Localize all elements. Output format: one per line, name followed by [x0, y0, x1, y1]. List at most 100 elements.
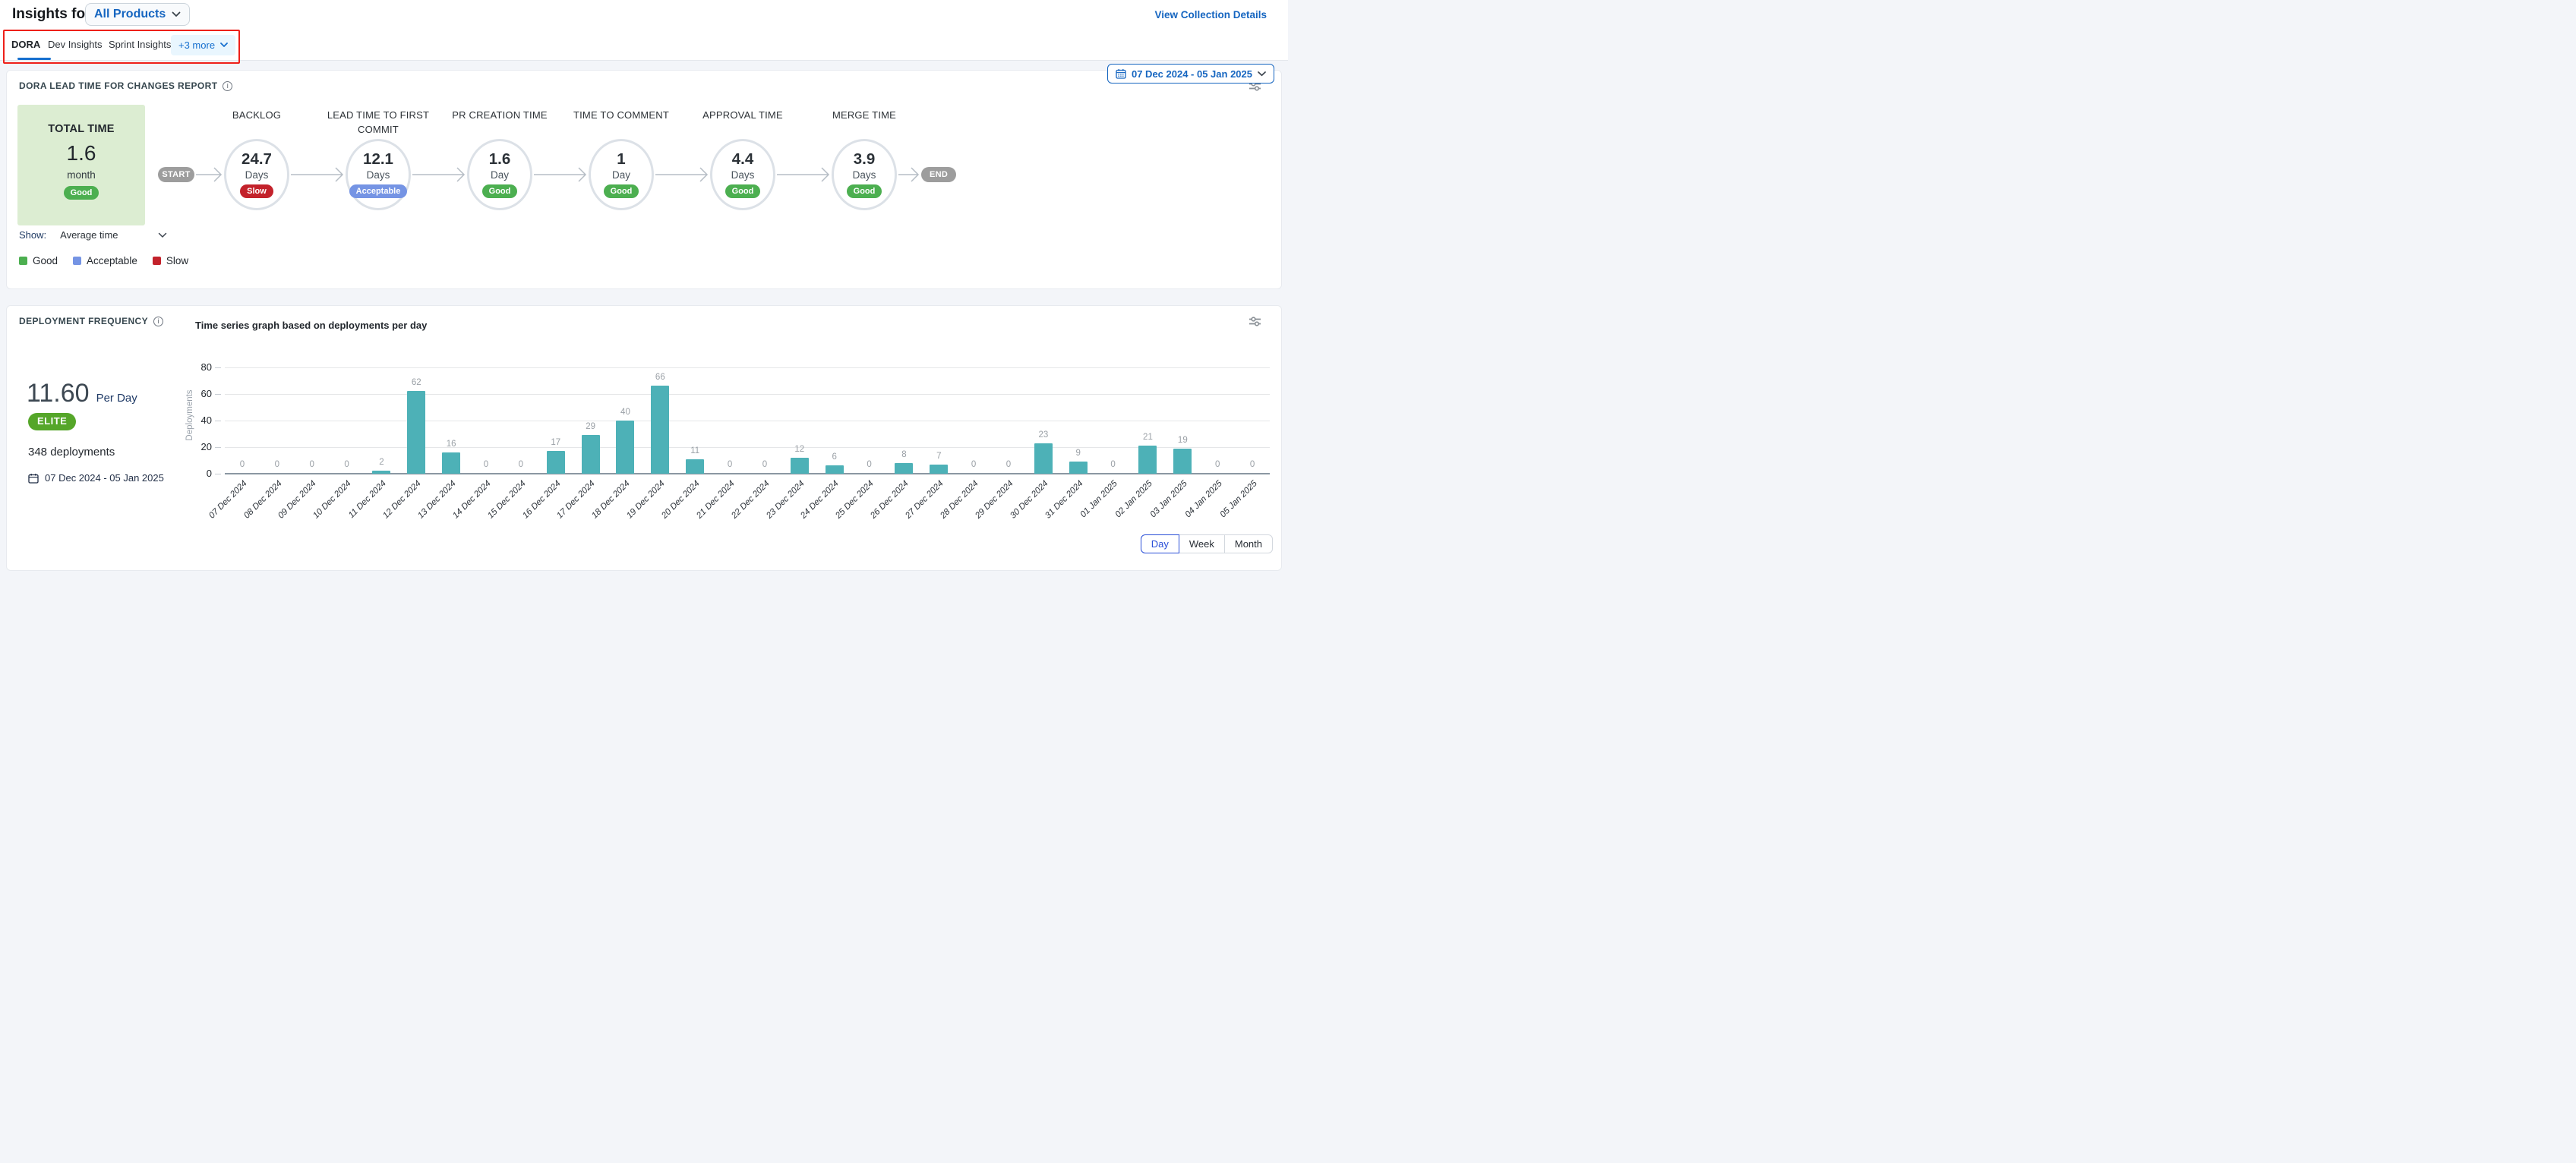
bar-value-label: 17 [541, 438, 571, 447]
bar-value-label: 66 [645, 373, 675, 382]
gridline [225, 447, 1270, 448]
chart-bar[interactable] [1138, 446, 1157, 474]
stage-circle: 24.7DaysSlow [224, 139, 289, 210]
bar-value-label: 12 [784, 445, 815, 454]
bar-value-label: 0 [854, 460, 885, 469]
stage-unit: Day [491, 169, 509, 181]
chevron-down-icon [1258, 71, 1266, 77]
gridline [225, 394, 1270, 395]
bar-value-label: 7 [923, 452, 954, 461]
bar-value-label: 0 [1237, 460, 1267, 469]
stage-circle: 1.6DayGood [467, 139, 532, 210]
deployment-frequency-card: DEPLOYMENT FREQUENCY i Time series graph… [6, 305, 1282, 571]
total-time-label: TOTAL TIME [17, 123, 145, 135]
bar-value-label: 19 [1167, 436, 1198, 445]
chart-bar[interactable] [582, 435, 600, 474]
stage-unit: Day [612, 169, 630, 181]
stage-rating-badge: Good [725, 184, 761, 198]
bar-value-label: 16 [436, 440, 466, 449]
bar-value-label: 0 [1202, 460, 1233, 469]
granularity-month-button[interactable]: Month [1224, 534, 1273, 553]
chart-bar[interactable] [930, 465, 948, 474]
bar-value-label: 0 [715, 460, 745, 469]
y-tick-label: 0 [189, 468, 212, 479]
rating-legend: GoodAcceptableSlow [19, 255, 188, 266]
chart-bar[interactable] [1173, 449, 1192, 474]
chart-bar[interactable] [826, 465, 844, 474]
chart-bar[interactable] [1069, 462, 1088, 474]
y-tick-label: 80 [189, 361, 212, 373]
chart-bar[interactable] [651, 386, 669, 474]
stage-unit: Days [731, 169, 755, 181]
total-time-panel: TOTAL TIME 1.6 month Good [17, 105, 145, 225]
stage-name-label: BACKLOG [204, 109, 310, 123]
chart-bar[interactable] [686, 459, 704, 474]
stage-circle: 4.4Days Good [710, 139, 775, 210]
stage-unit: Days [245, 169, 269, 181]
stage-value: 1.6 [489, 151, 511, 169]
bar-value-label: 0 [227, 460, 257, 469]
bar-value-label: 0 [1098, 460, 1129, 469]
bar-value-label: 0 [506, 460, 536, 469]
flow-end-pill: END [921, 167, 956, 182]
legend-swatch [19, 257, 27, 265]
stage-name-label: PR CREATION TIME [447, 109, 553, 123]
chart-bar[interactable] [895, 463, 913, 474]
chart-bar[interactable] [372, 471, 390, 474]
stage-value: 24.7 [242, 151, 272, 169]
tab-sprint-insights[interactable]: Sprint Insights [109, 29, 171, 60]
chevron-down-icon [158, 232, 167, 238]
dora-card-title: DORA LEAD TIME FOR CHANGES REPORT i [19, 80, 232, 91]
more-tabs-button[interactable]: +3 more [171, 35, 235, 55]
chart-bar[interactable] [442, 452, 460, 474]
legend-swatch [153, 257, 161, 265]
date-range-label: 07 Dec 2024 - 05 Jan 2025 [1132, 68, 1252, 80]
show-filter-dropdown[interactable]: Show: Average time [19, 229, 167, 241]
legend-swatch [73, 257, 81, 265]
bar-value-label: 0 [332, 460, 362, 469]
granularity-day-button[interactable]: Day [1141, 534, 1179, 553]
bar-value-label: 21 [1132, 433, 1163, 442]
tab-dev-insights[interactable]: Dev Insights [48, 29, 103, 60]
y-tick-label: 60 [189, 388, 212, 399]
bar-value-label: 62 [401, 378, 431, 387]
chart-bar[interactable] [407, 391, 425, 474]
stage-name-label: APPROVAL TIME [690, 109, 796, 123]
y-tick-label: 20 [189, 441, 212, 452]
legend-label: Acceptable [87, 255, 137, 266]
bar-value-label: 9 [1063, 449, 1094, 458]
tab-dora[interactable]: DORA [11, 29, 40, 60]
legend-item: Good [19, 255, 58, 266]
y-tick-mark [215, 447, 221, 448]
y-tick-mark [215, 394, 221, 395]
stage-rating-badge: Acceptable [349, 184, 408, 198]
info-icon[interactable]: i [223, 81, 232, 91]
chart-bar[interactable] [616, 421, 634, 474]
total-time-value: 1.6 [17, 141, 145, 165]
show-filter-label: Show: [19, 229, 46, 241]
product-selector-label: All Products [94, 8, 166, 21]
y-tick-mark [215, 367, 221, 368]
total-time-unit: month [17, 169, 145, 181]
topbar: Insights for All Products View Collectio… [0, 0, 1288, 29]
dora-lead-time-card: DORA LEAD TIME FOR CHANGES REPORT i TOTA… [6, 70, 1282, 289]
bar-value-label: 29 [576, 422, 606, 431]
bar-value-label: 8 [889, 450, 919, 459]
product-selector[interactable]: All Products [85, 3, 190, 26]
granularity-toggle: Day Week Month [1141, 534, 1273, 553]
view-collection-details-link[interactable]: View Collection Details [1154, 9, 1267, 20]
chart-bar[interactable] [1034, 443, 1053, 474]
stage-value: 4.4 [732, 151, 754, 169]
chart-bar[interactable] [547, 451, 565, 474]
chart-bar[interactable] [791, 458, 809, 474]
stage-rating-badge: Good [604, 184, 639, 198]
stage-name-label: LEAD TIME TO FIRST COMMIT [325, 109, 431, 137]
x-axis-label: 02 Jan 2025 [1114, 479, 1154, 519]
stage-value: 1 [617, 151, 625, 169]
stage-unit: Days [853, 169, 876, 181]
date-range-picker[interactable]: 07 Dec 2024 - 05 Jan 2025 [1107, 64, 1274, 84]
granularity-week-button[interactable]: Week [1179, 534, 1225, 553]
dashboard-page: Insights for All Products View Collectio… [0, 0, 1288, 582]
bar-value-label: 0 [471, 460, 501, 469]
tab-bar: DORA Dev Insights Sprint Insights +3 mor… [0, 29, 1288, 61]
